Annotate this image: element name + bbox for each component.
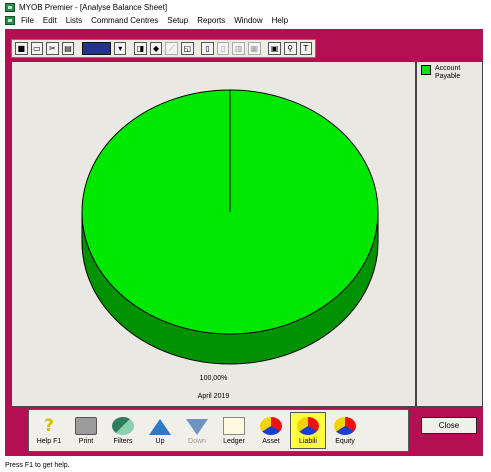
filters-label: Filters bbox=[113, 438, 133, 445]
help-label: Help F1 bbox=[36, 438, 62, 445]
magnify-icon[interactable]: ⚲ bbox=[283, 42, 297, 55]
color-wheel-icon bbox=[334, 417, 356, 435]
pie-chart bbox=[81, 89, 379, 365]
up-button[interactable]: Up bbox=[142, 412, 178, 449]
slice-percent-label: 100,00% bbox=[199, 375, 228, 382]
menu-file[interactable]: File bbox=[21, 16, 34, 25]
menu-edit[interactable]: Edit bbox=[43, 16, 57, 25]
liability-label: Liabili bbox=[299, 438, 317, 445]
filters-button[interactable]: Filters bbox=[105, 412, 141, 449]
3d-icon[interactable]: ◆ bbox=[149, 42, 163, 55]
status-bar: Press F1 to get help. bbox=[0, 459, 491, 472]
up-label: Up bbox=[155, 438, 165, 445]
scissors-icon[interactable]: ✂ bbox=[46, 42, 59, 55]
equity-button[interactable]: Equity bbox=[327, 412, 363, 449]
arrow-down-icon bbox=[186, 419, 208, 435]
legend-icon[interactable]: ◱ bbox=[180, 42, 194, 55]
help-icon: ? bbox=[44, 416, 54, 436]
close-button[interactable]: Close bbox=[421, 417, 477, 434]
legend-label: Account Payable bbox=[435, 65, 461, 80]
text-icon[interactable]: T bbox=[299, 42, 313, 55]
save-icon[interactable]: ■ bbox=[15, 42, 28, 55]
dropdown-icon[interactable]: ▾ bbox=[113, 42, 127, 55]
document-icon[interactable] bbox=[5, 16, 15, 25]
menu-bar: File Edit Lists Command Centres Setup Re… bbox=[0, 14, 491, 27]
down-label: Down bbox=[188, 438, 206, 445]
page-icon[interactable]: ▯ bbox=[201, 42, 214, 55]
legend-swatch bbox=[421, 65, 431, 75]
grid-icon: ▥ bbox=[232, 42, 246, 55]
filter-icon bbox=[112, 417, 134, 435]
chart-toolbar: ■ ▭ ✂ ▤ ▾ ◨ ◆ ⟋ ◱ ▯ ▯ ▥ ▦ ▣ ⚲ T bbox=[11, 39, 316, 58]
down-button: Down bbox=[179, 412, 215, 449]
color-wheel-icon bbox=[260, 417, 282, 435]
color-select-icon[interactable] bbox=[82, 42, 111, 55]
print-label: Print bbox=[78, 438, 94, 445]
print-button[interactable]: Print bbox=[68, 412, 104, 449]
page-icon-2: ▯ bbox=[216, 42, 230, 55]
equity-label: Equity bbox=[335, 438, 355, 445]
label-icon[interactable]: ▣ bbox=[268, 42, 281, 55]
window-title: MYOB Premier - [Analyse Balance Sheet] bbox=[19, 2, 168, 12]
asset-label: Asset bbox=[262, 438, 280, 445]
menu-command-centres[interactable]: Command Centres bbox=[91, 16, 158, 25]
chart-type-icon[interactable]: ◨ bbox=[134, 42, 147, 55]
ledger-icon bbox=[223, 417, 245, 435]
analysis-button-bar: ? Help F1 Print Filters Up Down Ledger A… bbox=[28, 409, 409, 452]
hide-icon[interactable]: ▭ bbox=[30, 42, 44, 55]
help-button[interactable]: ? Help F1 bbox=[31, 412, 67, 449]
ledger-button[interactable]: Ledger bbox=[216, 412, 252, 449]
printer-icon bbox=[75, 417, 97, 435]
menu-lists[interactable]: Lists bbox=[66, 16, 82, 25]
menu-reports[interactable]: Reports bbox=[197, 16, 225, 25]
liability-button[interactable]: Liabili bbox=[290, 412, 326, 449]
period-label: April 2019 bbox=[197, 393, 230, 400]
app-icon bbox=[5, 2, 15, 12]
chart-area: 100,00% April 2019 bbox=[11, 61, 416, 407]
menu-setup[interactable]: Setup bbox=[167, 16, 188, 25]
grid-icon-2: ▦ bbox=[248, 42, 261, 55]
arrow-up-icon bbox=[149, 419, 171, 435]
asset-button[interactable]: Asset bbox=[253, 412, 289, 449]
legend-item: Account Payable bbox=[417, 62, 482, 81]
color-wheel-icon bbox=[297, 417, 319, 435]
title-bar: MYOB Premier - [Analyse Balance Sheet] bbox=[0, 0, 491, 14]
printer-icon[interactable]: ▤ bbox=[61, 42, 75, 55]
axis-icon: ⟋ bbox=[165, 42, 178, 55]
ledger-label: Ledger bbox=[223, 438, 245, 445]
menu-window[interactable]: Window bbox=[234, 16, 262, 25]
legend-panel: Account Payable bbox=[416, 61, 483, 407]
menu-help[interactable]: Help bbox=[272, 16, 288, 25]
